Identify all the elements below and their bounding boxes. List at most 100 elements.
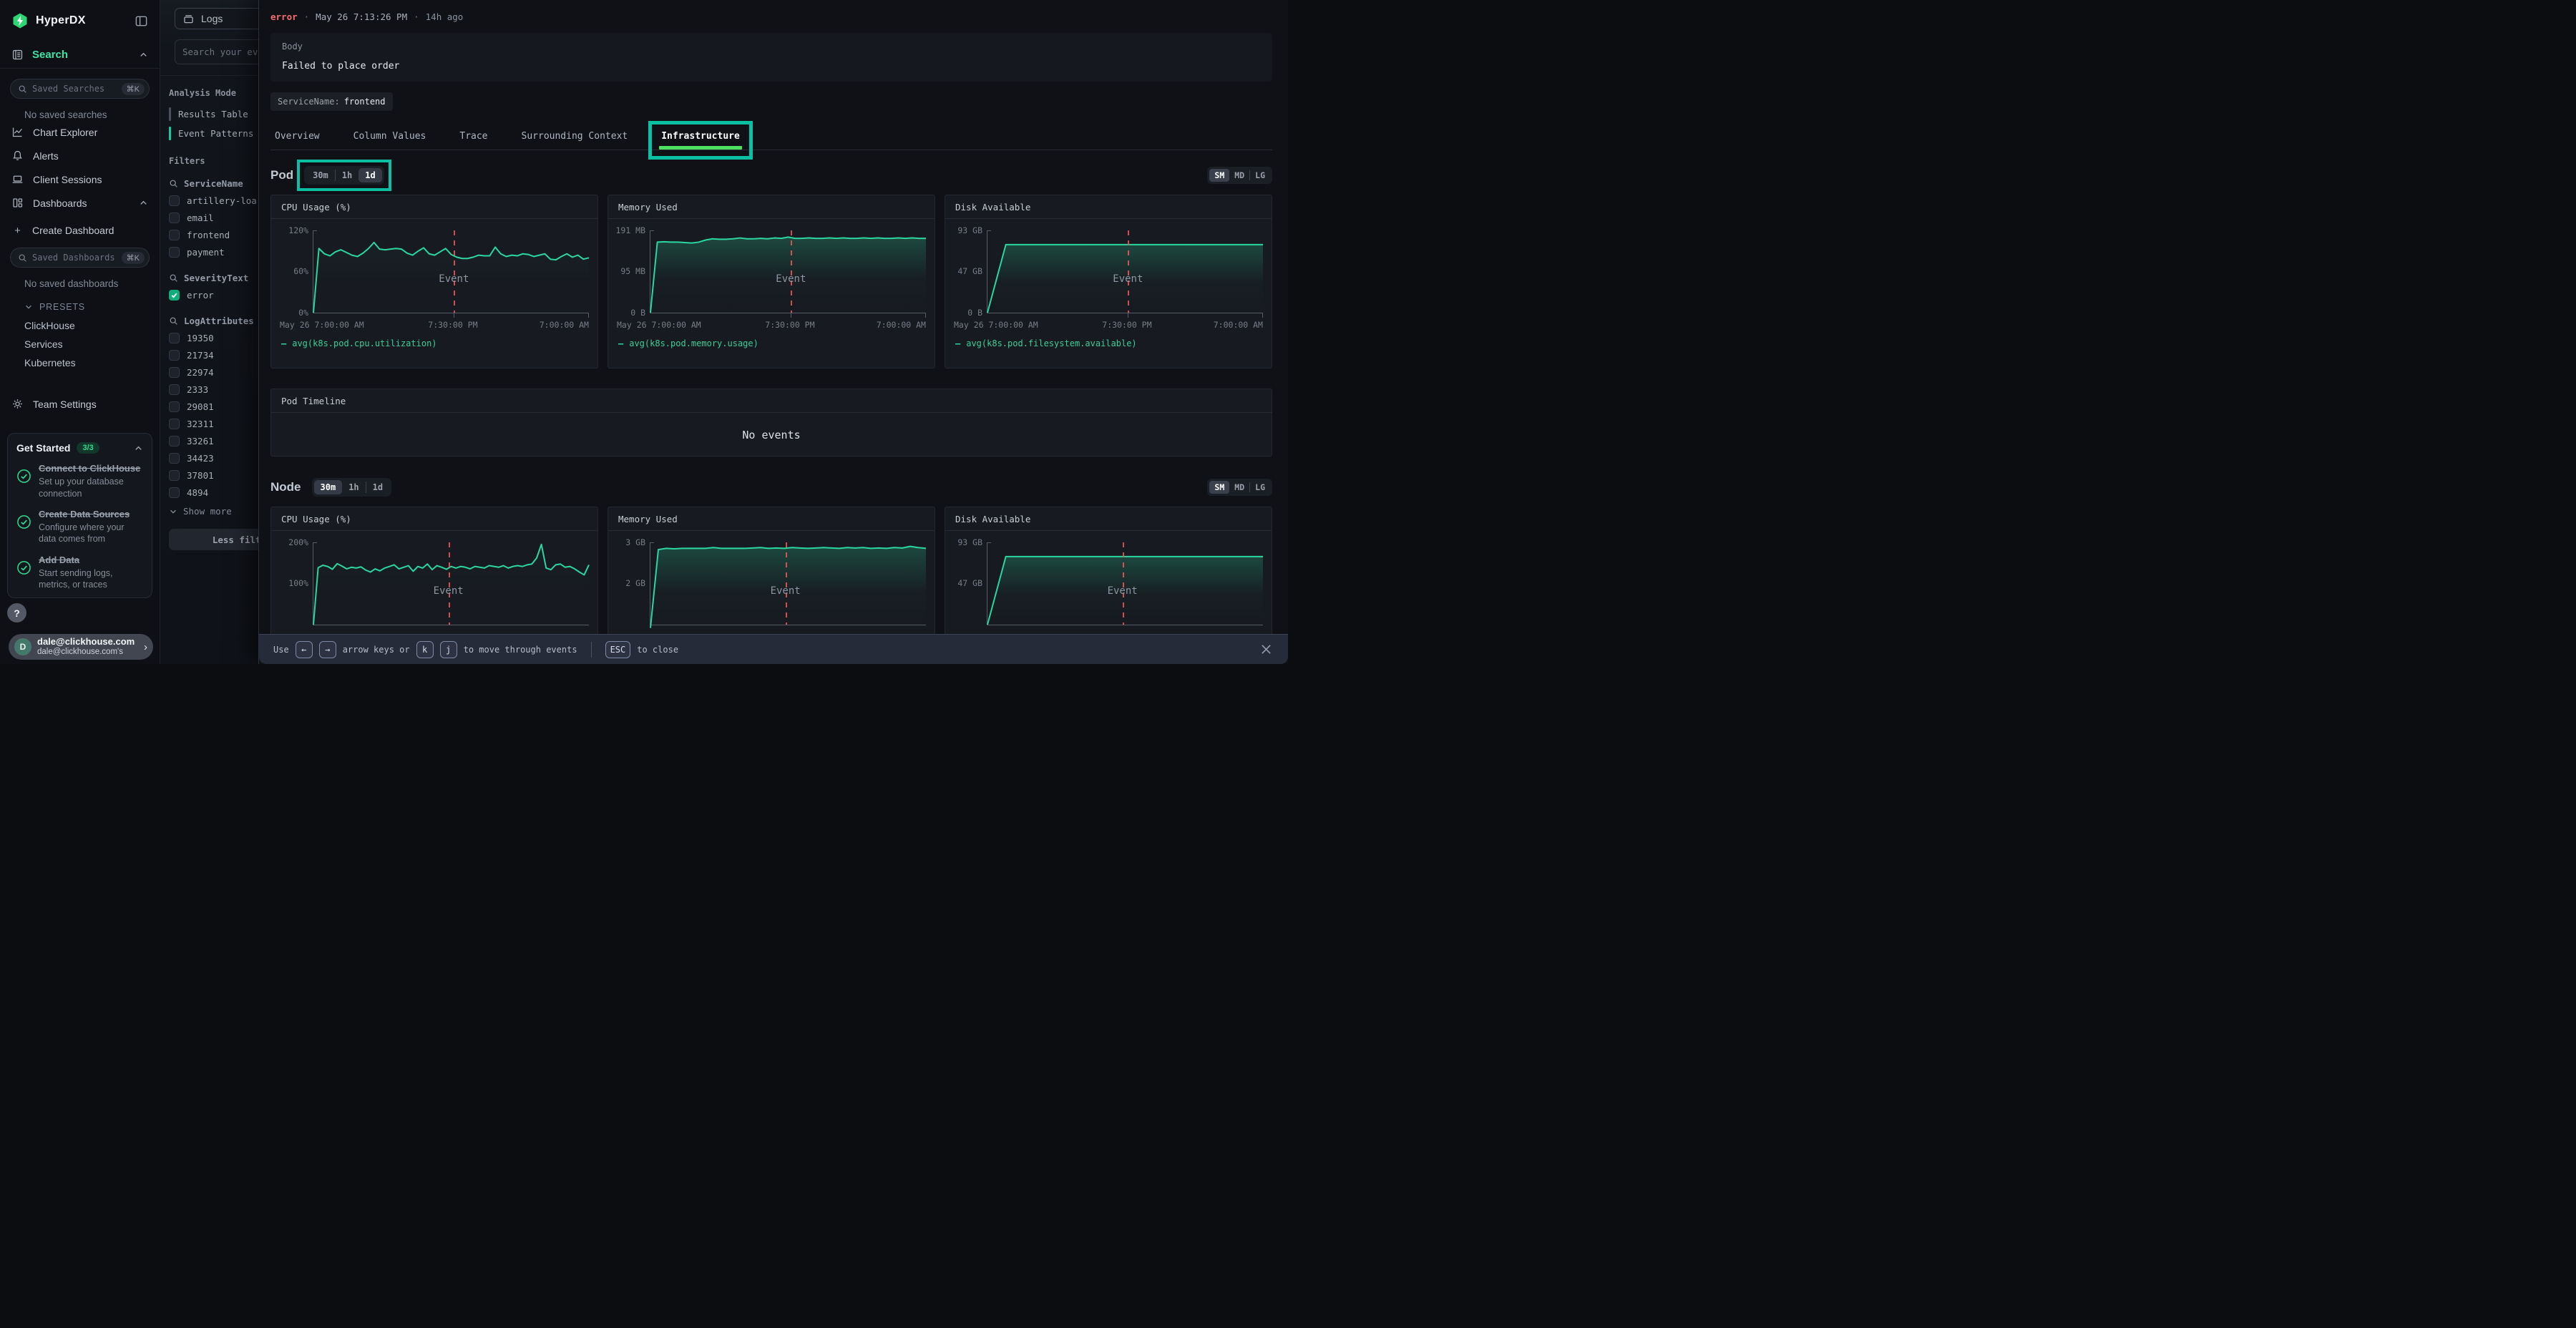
filter-option[interactable]: 4894 [169, 487, 258, 498]
mode-indicator-active [169, 127, 171, 140]
checkbox[interactable] [169, 401, 180, 412]
node-size-sm[interactable]: SM [1209, 481, 1229, 494]
get-started-item-sources[interactable]: Create Data Sources Configure where your… [16, 509, 143, 545]
tab-surrounding-context[interactable]: Surrounding Context [522, 131, 628, 142]
sidebar-item-client-sessions[interactable]: Client Sessions [0, 167, 160, 191]
node-range-1d[interactable]: 1d [366, 480, 389, 494]
checkbox[interactable] [169, 230, 180, 240]
pod-size-md[interactable]: MD [1229, 169, 1249, 182]
filter-option-label: 37801 [187, 470, 214, 481]
filter-option[interactable]: 29081 [169, 401, 258, 412]
sidebar-item-kubernetes[interactable]: Kubernetes [24, 353, 160, 372]
event-marker-line [1128, 230, 1129, 313]
sidebar-item-dashboards[interactable]: Dashboards [0, 191, 160, 215]
checkbox[interactable] [169, 470, 180, 481]
chevron-up-icon[interactable] [139, 198, 148, 208]
chart-plot[interactable]: 93 GB 47 GB Event [987, 542, 1263, 625]
source-select-button[interactable]: Logs [175, 8, 258, 29]
pod-range-1d[interactable]: 1d [358, 168, 381, 182]
sidebar-item-search[interactable]: Search [0, 42, 160, 69]
filter-option[interactable]: 19350 [169, 333, 258, 343]
x-axis-labels: May 26 7:00:00 AM 7:30:00 PM 7:00:00 AM [617, 320, 926, 331]
tab-column-values[interactable]: Column Values [353, 131, 426, 142]
checkbox[interactable] [169, 453, 180, 464]
tab-trace[interactable]: Trace [459, 131, 487, 142]
filter-option[interactable]: 22974 [169, 367, 258, 378]
chart-plot[interactable]: 3 GB 2 GB Event [650, 542, 926, 625]
pod-section-header: Pod 30m 1h 1d SM MD LG [270, 166, 1272, 185]
chart-plot[interactable]: 120% 60% 0% Event [313, 230, 589, 313]
get-started-item-connect[interactable]: Connect to ClickHouse Set up your databa… [16, 463, 143, 499]
mode-results-table[interactable]: Results Table [169, 107, 258, 121]
servicename-chip[interactable]: ServiceName: frontend [270, 92, 393, 111]
saved-dashboards-input[interactable]: Saved Dashboards ⌘K [10, 248, 150, 268]
filter-option[interactable]: 34423 [169, 453, 258, 464]
pod-range-1h[interactable]: 1h [336, 168, 358, 182]
node-range-30m[interactable]: 30m [314, 480, 343, 494]
sidebar-item-chart-explorer[interactable]: Chart Explorer [0, 120, 160, 144]
chart-plot[interactable]: 200% 100% Event [313, 542, 589, 625]
checkbox[interactable] [169, 436, 180, 446]
user-menu[interactable]: D dale@clickhouse.com dale@clickhouse.co… [9, 634, 153, 660]
node-size-md[interactable]: MD [1229, 481, 1249, 494]
checkbox[interactable] [169, 247, 180, 258]
filter-option[interactable]: 21734 [169, 350, 258, 361]
filter-group-servicename[interactable]: ServiceName [169, 178, 258, 189]
checkbox[interactable] [169, 195, 180, 206]
node-range-1h[interactable]: 1h [342, 480, 365, 494]
sidebar-item-services[interactable]: Services [24, 335, 160, 353]
less-filters-button[interactable]: Less filters [169, 529, 258, 550]
search-icon [169, 316, 178, 326]
chevron-up-icon[interactable] [139, 50, 148, 59]
mode-results-table-label: Results Table [178, 109, 248, 119]
filter-option-error[interactable]: error [169, 290, 258, 301]
filter-option[interactable]: 37801 [169, 470, 258, 481]
chart-plot[interactable]: 191 MB 95 MB 0 B Event [650, 230, 926, 313]
event-marker-label: Event [1113, 273, 1143, 285]
collapse-sidebar-icon[interactable] [135, 14, 148, 28]
client-sessions-label: Client Sessions [33, 174, 102, 185]
sidebar-item-clickhouse[interactable]: ClickHouse [24, 316, 160, 335]
filter-option[interactable]: frontend [169, 230, 258, 240]
sidebar-item-team-settings[interactable]: Team Settings [0, 392, 160, 416]
x-tick: 7:30:00 PM [765, 320, 814, 330]
chart-plot[interactable]: 93 GB 47 GB 0 B Event [987, 230, 1263, 313]
show-more-button[interactable]: Show more [169, 506, 258, 517]
sidebar-item-alerts[interactable]: Alerts [0, 144, 160, 167]
checkbox[interactable] [169, 350, 180, 361]
filter-option[interactable]: 33261 [169, 436, 258, 446]
checkbox[interactable] [169, 213, 180, 223]
event-search-input[interactable]: Search your ev [175, 39, 258, 64]
filter-group-severitytext[interactable]: SeverityText [169, 273, 258, 283]
checkbox[interactable] [169, 419, 180, 429]
filter-option[interactable]: email [169, 213, 258, 223]
pod-size-lg[interactable]: LG [1250, 169, 1270, 182]
tab-infrastructure[interactable]: Infrastructure [661, 131, 740, 142]
pod-size-sm[interactable]: SM [1209, 169, 1229, 182]
checkbox[interactable] [169, 367, 180, 378]
checkbox-checked[interactable] [169, 290, 180, 301]
filter-group-label: LogAttributes [184, 316, 254, 326]
bell-icon [11, 150, 24, 162]
pod-range-30m[interactable]: 30m [306, 168, 335, 182]
node-size-lg[interactable]: LG [1250, 481, 1270, 494]
chevron-up-icon[interactable] [134, 444, 143, 453]
checkbox[interactable] [169, 333, 180, 343]
filter-option[interactable]: artillery-loa [169, 195, 258, 206]
mode-event-patterns[interactable]: Event Patterns [169, 127, 258, 140]
filter-option[interactable]: 2333 [169, 384, 258, 395]
filter-group-logattributes[interactable]: LogAttributes [169, 316, 258, 326]
close-icon[interactable] [1260, 643, 1272, 655]
filter-option[interactable]: 32311 [169, 419, 258, 429]
create-dashboard-button[interactable]: + Create Dashboard [11, 220, 160, 240]
filter-option[interactable]: payment [169, 247, 258, 258]
help-button[interactable]: ? [7, 603, 26, 622]
saved-searches-input[interactable]: Saved Searches ⌘K [10, 79, 150, 99]
tab-overview[interactable]: Overview [275, 131, 320, 142]
get-started-item-add-data[interactable]: Add Data Start sending logs, metrics, or… [16, 555, 143, 591]
checkbox[interactable] [169, 487, 180, 498]
checkbox[interactable] [169, 384, 180, 395]
filter-option-label: payment [187, 247, 225, 258]
presets-toggle[interactable]: PRESETS [24, 302, 160, 312]
get-started-progress-badge: 3/3 [77, 442, 99, 454]
